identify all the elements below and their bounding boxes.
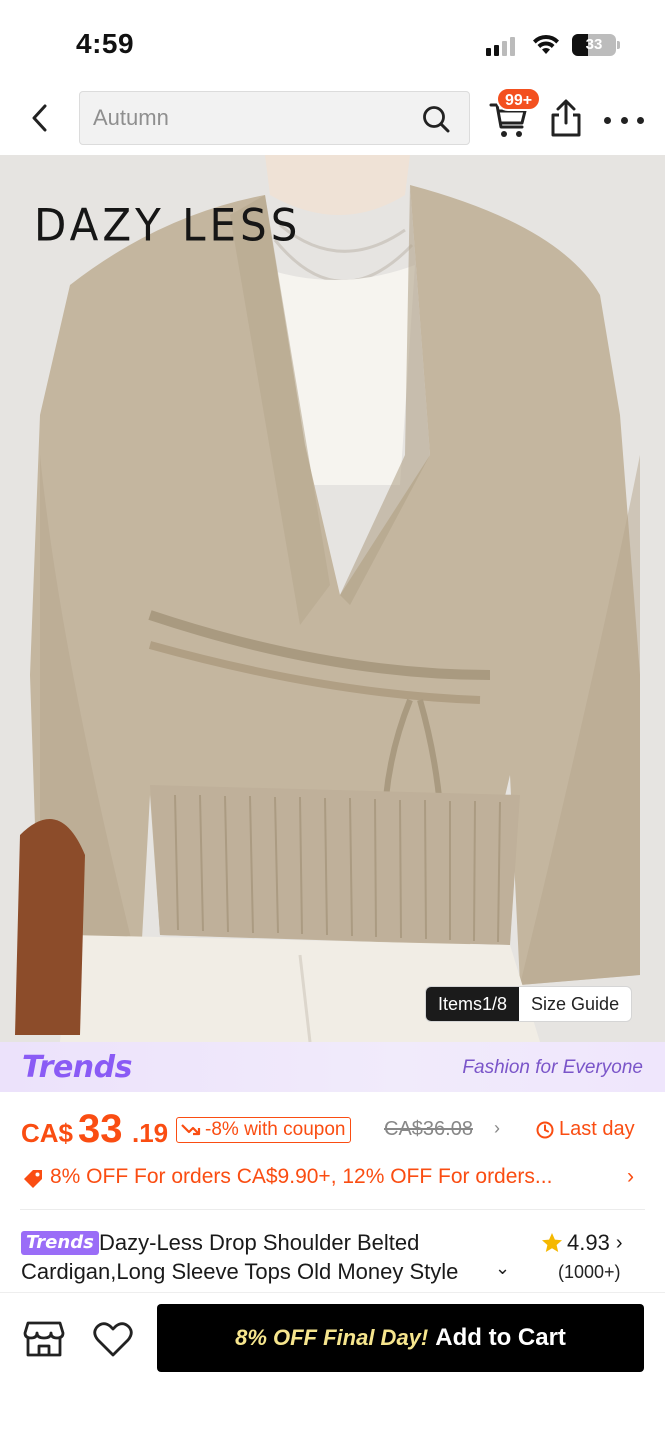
cart-badge: 99+: [496, 87, 542, 111]
price-row: CA$ 33 .19 -8% with coupon CA$36.08 › La…: [0, 1104, 665, 1156]
product-photo: [0, 155, 665, 1042]
image-counter[interactable]: Items1/8: [426, 987, 520, 1021]
chevron-down-icon[interactable]: ⌄: [495, 1258, 510, 1279]
trends-badge: Trends: [21, 1231, 99, 1255]
brand-logo: DAZY LESS: [34, 199, 302, 252]
original-price: CA$36.08: [384, 1118, 473, 1140]
status-time: 4:59: [76, 28, 135, 59]
trends-logo: Trends: [22, 1050, 133, 1085]
size-guide-link[interactable]: Size Guide: [519, 987, 632, 1021]
more-icon: [604, 116, 611, 124]
bottom-action-bar: 8% OFF Final Day! Add to Cart: [0, 1292, 665, 1440]
tag-icon: [24, 1170, 42, 1188]
price-currency: CA$: [21, 1118, 74, 1148]
product-title-row: Dazy-Less Drop Shoulder Belted Cardigan,…: [0, 1220, 665, 1290]
battery-level: 33: [585, 36, 603, 53]
search-bar[interactable]: [79, 91, 470, 145]
clock-icon: [536, 1121, 554, 1138]
trends-tagline: Fashion for Everyone: [462, 1057, 643, 1078]
promo-text: 8% OFF For orders CA$9.90+, 12% OFF For …: [50, 1165, 553, 1188]
search-input[interactable]: [93, 92, 413, 144]
price-whole: 33: [78, 1107, 123, 1151]
heart-icon[interactable]: [91, 1319, 135, 1359]
status-bar: 4:59 33: [0, 0, 665, 84]
trends-banner[interactable]: Trends Fashion for Everyone: [0, 1042, 665, 1092]
store-icon[interactable]: [22, 1319, 66, 1359]
back-button[interactable]: [20, 96, 60, 140]
promo-row[interactable]: 8% OFF For orders CA$9.90+, 12% OFF For …: [0, 1156, 665, 1200]
add-to-cart-button[interactable]: 8% OFF Final Day! Add to Cart: [157, 1304, 644, 1372]
coupon-label: -8% with coupon: [205, 1119, 346, 1140]
gallery-controls: Items1/8 Size Guide: [425, 986, 633, 1022]
chevron-right-icon[interactable]: ›: [627, 1165, 634, 1189]
cellular-signal-icon: [486, 36, 520, 56]
chevron-right-icon[interactable]: ›: [494, 1118, 500, 1139]
cart-promo-label: 8% OFF Final Day!: [235, 1325, 429, 1350]
divider: [20, 1209, 645, 1210]
search-icon[interactable]: [421, 104, 451, 134]
coupon-tag[interactable]: -8% with coupon: [176, 1117, 352, 1143]
rating-value: 4.93: [567, 1230, 610, 1255]
share-icon[interactable]: [548, 98, 584, 138]
add-to-cart-label: Add to Cart: [435, 1324, 566, 1351]
deadline-label: Last day: [559, 1118, 635, 1140]
product-image-gallery[interactable]: DAZY LESS Items1/8 Size Guide: [0, 155, 665, 1042]
deadline-badge: Last day: [536, 1118, 635, 1141]
rating[interactable]: 4.93 ›: [540, 1230, 623, 1256]
top-nav: 99+: [0, 84, 665, 154]
chevron-right-icon: ›: [615, 1231, 623, 1254]
star-icon: [542, 1233, 562, 1252]
more-options-button[interactable]: [604, 108, 644, 132]
price-down-icon: [181, 1124, 201, 1136]
wifi-icon: [533, 34, 559, 54]
price-cents: .19: [132, 1118, 169, 1148]
review-count[interactable]: (1000+): [558, 1262, 621, 1283]
back-icon: [32, 104, 47, 132]
battery-icon: 33: [572, 34, 616, 56]
